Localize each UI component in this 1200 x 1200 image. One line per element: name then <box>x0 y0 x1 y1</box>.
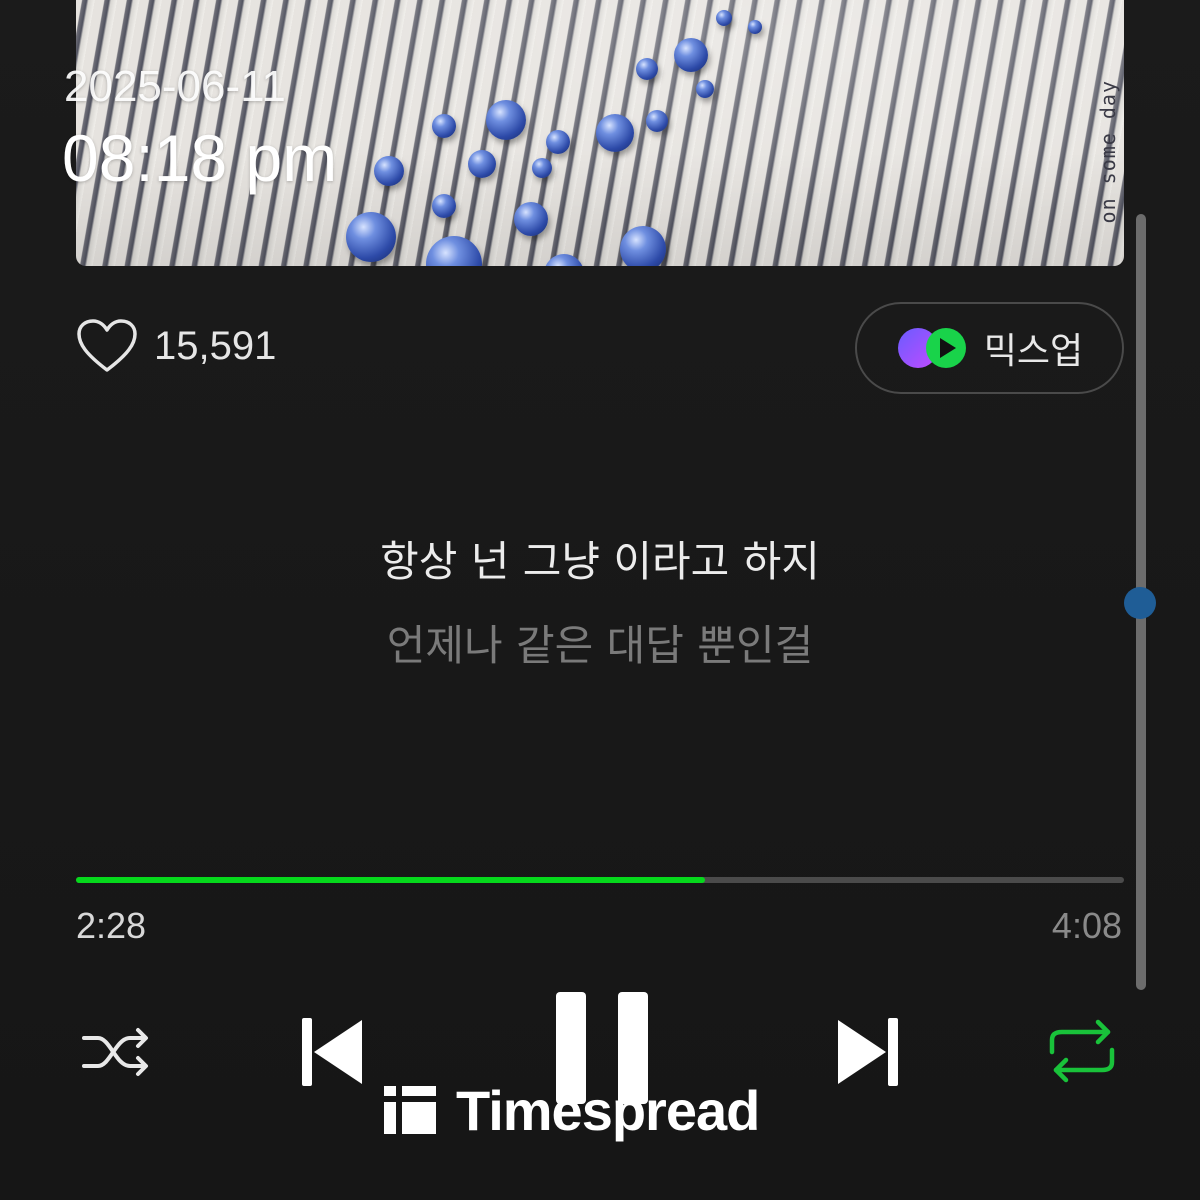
skip-previous-icon[interactable] <box>298 1014 368 1090</box>
like-count: 15,591 <box>154 323 277 368</box>
repeat-icon[interactable] <box>1046 1018 1118 1084</box>
album-art-bubble <box>514 202 548 236</box>
album-art-bubble <box>636 58 658 80</box>
timespread-logo-icon <box>384 1086 436 1134</box>
overlay-time: 08:18 pm <box>62 121 338 195</box>
skip-next-icon[interactable] <box>832 1014 902 1090</box>
album-art-bubble <box>532 158 552 178</box>
album-art-bubble <box>674 38 708 72</box>
total-duration: 4:08 <box>1051 905 1122 946</box>
like-row: 15,591 <box>76 318 276 374</box>
mixup-button[interactable]: 믹스업 <box>855 302 1124 394</box>
progress-bar-fill <box>76 877 705 883</box>
elapsed-time: 2:28 <box>76 905 147 946</box>
album-art-bubble <box>432 194 456 218</box>
album-art-bubble <box>426 236 482 266</box>
overlay-date: 2025-06-11 <box>64 62 286 111</box>
album-art-bubble <box>596 114 634 152</box>
album-art-bubble <box>374 156 404 186</box>
album-art-bubble <box>432 114 456 138</box>
album-art-bubble <box>696 80 714 98</box>
lyric-next-line[interactable]: 언제나 같은 대답 뿐인걸 <box>0 612 1200 673</box>
album-art-side-text: on some day <box>1096 80 1120 224</box>
album-art-bubble <box>748 20 762 34</box>
shuffle-icon[interactable] <box>80 1022 154 1082</box>
album-art-bubble <box>546 130 570 154</box>
watermark-text: Timespread <box>456 1078 760 1142</box>
album-art-bubble <box>468 150 496 178</box>
lyric-current-line[interactable]: 항상 넌 그냥 이라고 하지 <box>0 528 1200 589</box>
heart-outline-icon[interactable] <box>76 318 138 374</box>
mixup-label: 믹스업 <box>983 331 1084 372</box>
album-art-bubble <box>346 212 396 262</box>
album-art-bubble <box>716 10 732 26</box>
mixup-icon <box>897 328 966 368</box>
album-art-bubble <box>486 100 526 140</box>
album-art-bubble <box>620 226 666 266</box>
player-screen: on some day 2025-06-11 08:18 pm 15,591 믹… <box>0 0 1200 1200</box>
watermark: Timespread <box>384 1078 760 1142</box>
album-art-bubble <box>544 254 584 266</box>
album-art-bubble <box>646 110 668 132</box>
progress-bar[interactable] <box>76 877 1124 883</box>
